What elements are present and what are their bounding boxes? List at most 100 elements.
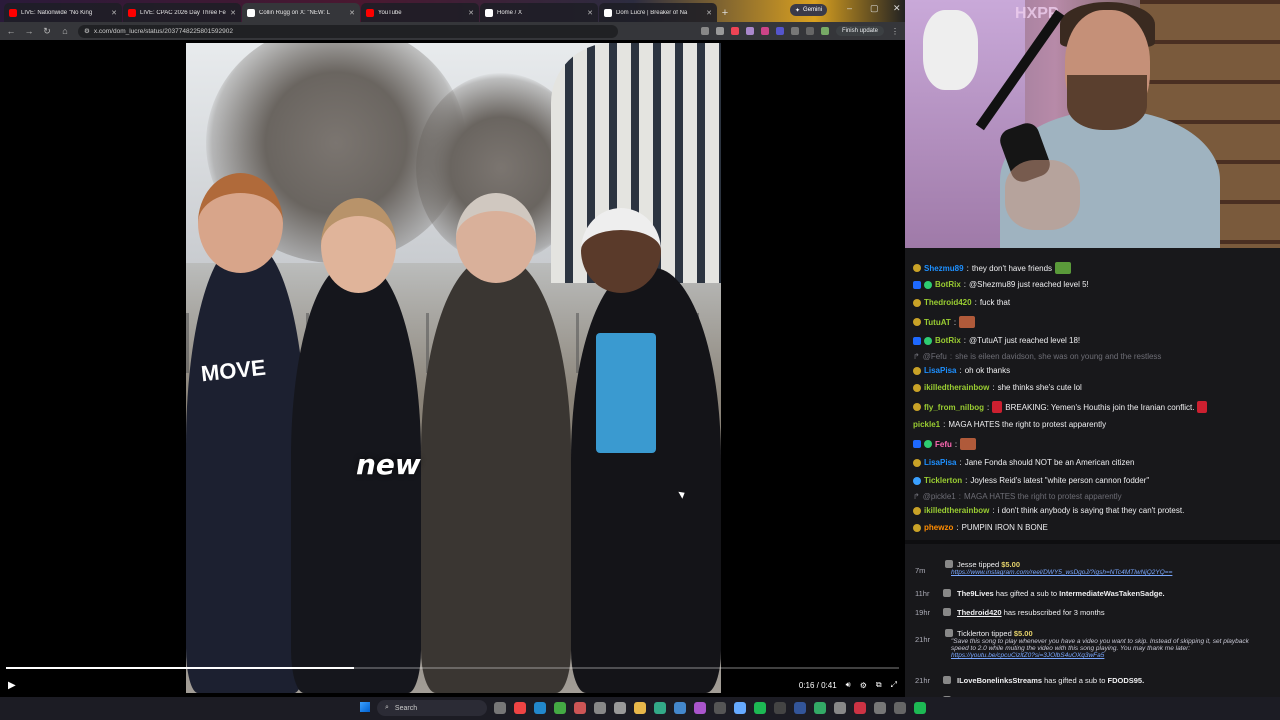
chat-username[interactable]: ikilledtherainbow (924, 383, 989, 392)
settings-gear-icon[interactable]: ⚙ (860, 681, 867, 690)
edge-icon[interactable] (534, 702, 546, 714)
close-window-icon[interactable]: ✕ (893, 3, 901, 14)
event-user[interactable]: ILoveBonelinksStreams (957, 676, 1042, 685)
new-tab-button[interactable]: + (718, 6, 732, 20)
chat-username[interactable]: fly_from_nilbog (924, 403, 984, 412)
app-icon[interactable] (814, 702, 826, 714)
app-icon[interactable] (694, 702, 706, 714)
tab-close-icon[interactable]: ✕ (349, 9, 355, 17)
task-view-icon[interactable] (494, 702, 506, 714)
windows-start-icon[interactable] (360, 702, 370, 712)
app-icon[interactable] (874, 702, 886, 714)
app-icon[interactable] (914, 702, 926, 714)
chat-username[interactable]: phewzo (924, 523, 953, 532)
puzzle-icon[interactable] (790, 27, 799, 35)
chat-username[interactable]: Fefu (935, 440, 952, 449)
chat-message[interactable]: ikilledtherainbow: she thinks she's cute … (913, 383, 1082, 392)
volume-icon[interactable]: 🔊︎ (846, 680, 851, 690)
tip-message-link[interactable]: https://www.instagram.com/reel/DWY5_wsDg… (951, 569, 1257, 576)
chat-reply-context[interactable]: ↱ @Fefu: she is eileen davidson, she was o… (913, 352, 1161, 361)
bookmark-star-icon[interactable] (715, 27, 724, 35)
tab-close-icon[interactable]: ✕ (587, 9, 593, 17)
chat-message[interactable]: LisaPisa: Jane Fonda should NOT be an Ame… (913, 458, 1134, 467)
chat-message[interactable]: Thedroid420: fuck that (913, 298, 1010, 307)
extension-icon[interactable] (700, 27, 709, 35)
chat-message[interactable]: fly_from_nilbog: BREAKING: Yemen's Houthi… (913, 401, 1208, 413)
gemini-button[interactable]: ✦ Gemini (790, 4, 828, 16)
app-icon[interactable] (794, 702, 806, 714)
chat-username[interactable]: pickle1 (913, 420, 940, 429)
tab-close-icon[interactable]: ✕ (230, 9, 236, 17)
chat-username[interactable]: ikilledtherainbow (924, 506, 989, 515)
chat-reply-user[interactable]: @pickle1 (923, 492, 956, 501)
chat-username[interactable]: LisaPisa (924, 366, 956, 375)
extension-icon[interactable] (745, 27, 754, 35)
chat-message[interactable]: phewzo: PUMPIN IRON N BONE (913, 523, 1048, 532)
taskbar-search[interactable]: ⌕ Search (377, 700, 487, 716)
chat-message[interactable]: LisaPisa: oh ok thanks (913, 366, 1010, 375)
browser-tab[interactable]: LIVE: Nationwide "No King ✕ (4, 3, 122, 22)
play-icon[interactable]: ▶ (8, 680, 16, 691)
home-icon[interactable]: ⌂ (60, 26, 70, 36)
app-icon[interactable] (834, 702, 846, 714)
browser-tab-active[interactable]: Collin Rugg on X: "NEW: L ✕ (242, 3, 360, 22)
tip-message-link[interactable]: https://youtu.be/cpcuCizltZ0?si=3JOlbS4u… (951, 652, 1257, 659)
address-bar[interactable]: ⚙ x.com/dom_lucre/status/2037748225801592… (78, 24, 618, 38)
event-user[interactable]: Thedroid420 (957, 608, 1002, 617)
chat-message[interactable]: pickle1: MAGA HATES the right to protest … (913, 420, 1106, 429)
chat-message[interactable]: BotRix: @TutuAT just reached level 18! (913, 336, 1080, 345)
spotify-icon[interactable] (754, 702, 766, 714)
browser-tab[interactable]: Dom Lucre | Breaker of Na ✕ (599, 3, 717, 22)
extension-icon[interactable] (775, 27, 784, 35)
finish-update-button[interactable]: Finish update (835, 26, 884, 36)
chat-username[interactable]: LisaPisa (924, 458, 956, 467)
back-icon[interactable]: ← (6, 26, 16, 36)
chat-username[interactable]: Thedroid420 (924, 298, 972, 307)
chat-reply-context[interactable]: ↱ @pickle1: MAGA HATES the right to protes… (913, 492, 1122, 501)
chat-reply-user[interactable]: @Fefu (923, 352, 947, 361)
chrome-icon[interactable] (514, 702, 526, 714)
event-user[interactable]: Ticklerton (957, 629, 989, 638)
chat-username[interactable]: Ticklerton (924, 476, 962, 485)
app-icon[interactable] (654, 702, 666, 714)
app-icon[interactable] (674, 702, 686, 714)
chat-message[interactable]: Ticklerton: Joyless Reid's latest "white … (913, 476, 1149, 485)
chat-message[interactable]: Shezmu89: they don't have friends (913, 262, 1072, 274)
event-user[interactable]: Jesse (957, 560, 977, 569)
pip-icon[interactable]: ⧉ (876, 680, 882, 690)
chat-message[interactable]: BotRix: @Shezmu89 just reached level 5! (913, 280, 1089, 289)
app-icon[interactable] (734, 702, 746, 714)
chat-username[interactable]: Shezmu89 (924, 264, 964, 273)
app-icon[interactable] (574, 702, 586, 714)
tab-close-icon[interactable]: ✕ (706, 9, 712, 17)
extension-icon[interactable] (730, 27, 739, 35)
app-icon[interactable] (894, 702, 906, 714)
sidebar-icon[interactable] (805, 27, 814, 35)
app-icon[interactable] (614, 702, 626, 714)
folder-icon[interactable] (634, 702, 646, 714)
minimize-icon[interactable]: – (847, 3, 852, 13)
chat-username[interactable]: BotRix (935, 336, 961, 345)
fullscreen-icon[interactable]: ⤢ (891, 680, 897, 690)
tab-close-icon[interactable]: ✕ (468, 9, 474, 17)
chat-message[interactable]: TutuAT: (913, 316, 976, 328)
maximize-icon[interactable]: ▢ (870, 3, 879, 14)
app-icon[interactable] (714, 702, 726, 714)
browser-tab[interactable]: YouTube ✕ (361, 3, 479, 22)
chat-username[interactable]: TutuAT (924, 318, 951, 327)
event-user[interactable]: The9Lives (957, 589, 994, 598)
tab-close-icon[interactable]: ✕ (111, 9, 117, 17)
extension-icon[interactable] (760, 27, 769, 35)
menu-dots-icon[interactable]: ⋮ (891, 27, 899, 36)
reload-icon[interactable]: ↻ (42, 26, 52, 37)
profile-icon[interactable] (820, 27, 829, 35)
app-icon[interactable] (594, 702, 606, 714)
browser-tab[interactable]: Home / X ✕ (480, 3, 598, 22)
chrome-icon[interactable] (554, 702, 566, 714)
gift-recipient[interactable]: FDODS95. (1108, 676, 1145, 685)
forward-icon[interactable]: → (24, 26, 34, 36)
chat-message[interactable]: Fefu: (913, 438, 977, 450)
app-icon[interactable] (774, 702, 786, 714)
video-progress-bar[interactable] (6, 667, 899, 669)
video-player[interactable]: MOVE new ▶ 0:16 / 0:41 🔊︎ ⚙ ⧉ ⤢ (0, 40, 905, 695)
